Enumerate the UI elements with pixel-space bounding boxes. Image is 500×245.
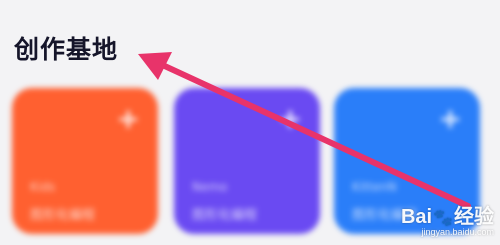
watermark-brand-cn: 经验 xyxy=(454,206,494,228)
watermark-brand: Bai xyxy=(400,206,433,228)
baidu-jingyan-watermark: Bai🐾经验 jingyan.baidu.com xyxy=(401,200,494,237)
paw-icon: 🐾 xyxy=(433,210,453,227)
watermark-url: jingyan.baidu.com xyxy=(421,227,494,237)
